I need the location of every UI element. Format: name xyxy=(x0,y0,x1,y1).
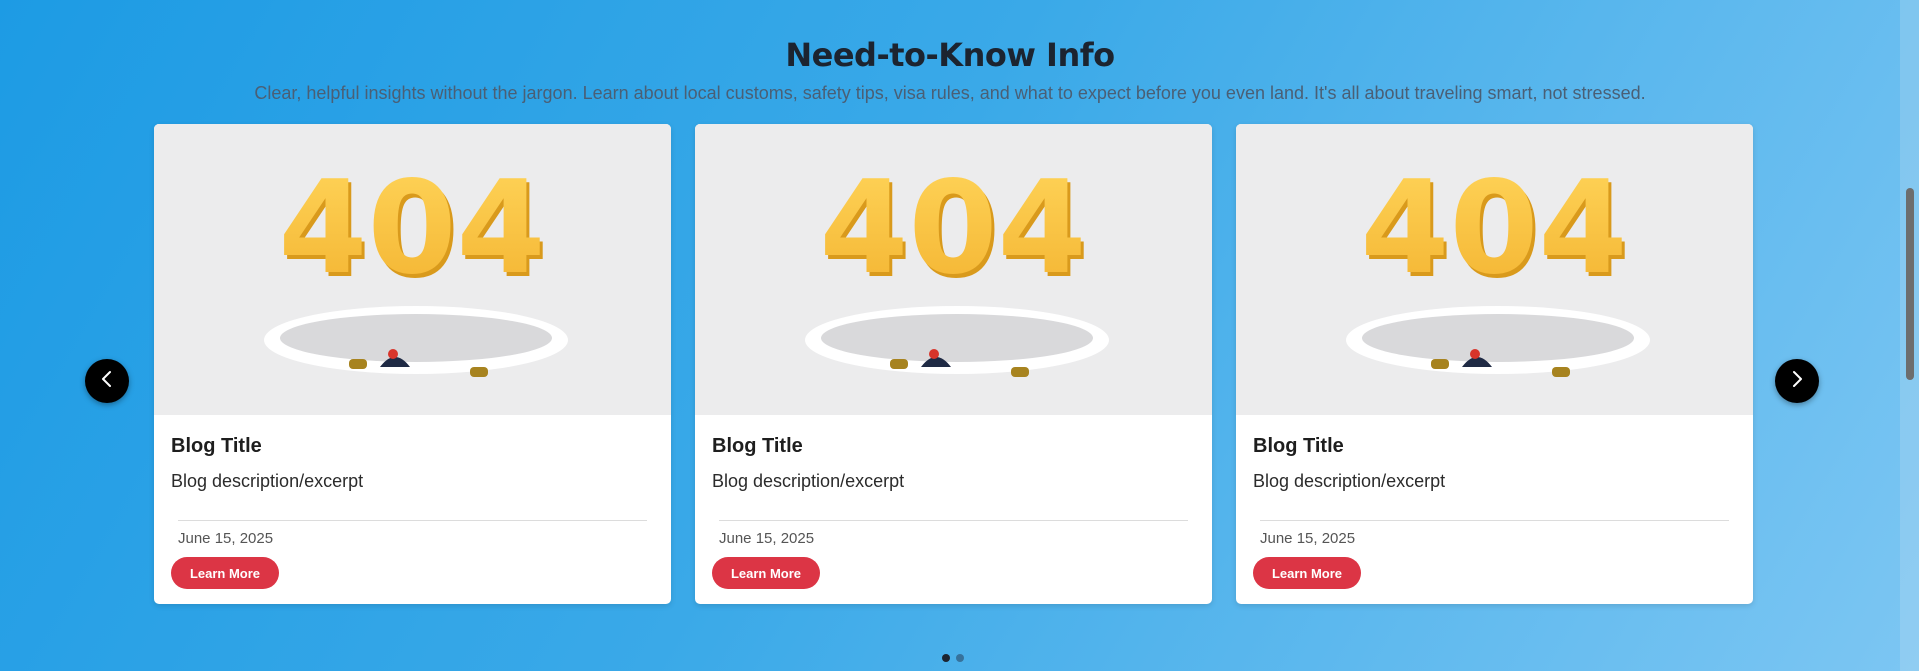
svg-text:404: 404 xyxy=(1360,154,1627,303)
card-date: June 15, 2025 xyxy=(1260,530,1356,547)
card-description: Blog description/excerpt xyxy=(171,471,364,491)
card-description: Blog description/excerpt xyxy=(1253,471,1446,491)
svg-text:404: 404 xyxy=(819,154,1086,303)
learn-more-button[interactable]: Learn More xyxy=(171,557,279,589)
blog-card[interactable]: 404 404 Blog Title Blog description/exce… xyxy=(695,124,1212,604)
card-image-404: 404 404 xyxy=(154,124,671,415)
need-to-know-section: Need-to-Know Info Clear, helpful insight… xyxy=(0,0,1900,671)
learn-more-button[interactable]: Learn More xyxy=(712,557,820,589)
card-date: June 15, 2025 xyxy=(178,530,274,547)
card-divider xyxy=(1260,520,1729,521)
card-description: Blog description/excerpt xyxy=(712,471,905,491)
svg-text:404: 404 xyxy=(278,154,545,303)
pagination-dot[interactable] xyxy=(956,654,964,662)
carousel-pagination xyxy=(942,654,964,662)
card-title: Blog Title xyxy=(171,435,262,457)
card-divider xyxy=(178,520,647,521)
card-image-404: 404 404 xyxy=(695,124,1212,415)
chevron-right-icon xyxy=(1787,369,1807,394)
chevron-left-icon xyxy=(97,369,117,394)
card-title: Blog Title xyxy=(712,435,803,457)
carousel-next-button[interactable] xyxy=(1775,359,1819,403)
section-subtitle: Clear, helpful insights without the jarg… xyxy=(254,83,1646,103)
card-title: Blog Title xyxy=(1253,435,1344,457)
carousel-prev-button[interactable] xyxy=(85,359,129,403)
card-divider xyxy=(719,520,1188,521)
pagination-dot[interactable] xyxy=(942,654,950,662)
card-image-404: 404 404 xyxy=(1236,124,1753,415)
section-title: Need-to-Know Info xyxy=(785,36,1115,74)
page-scrollbar[interactable] xyxy=(1900,0,1919,671)
scrollbar-thumb[interactable] xyxy=(1906,188,1914,380)
blog-card[interactable]: 404 404 Blog Title Blog description/exce… xyxy=(154,124,671,604)
blog-card[interactable]: 404 404 Blog Title Blog description/exce… xyxy=(1236,124,1753,604)
card-date: June 15, 2025 xyxy=(719,530,815,547)
learn-more-button[interactable]: Learn More xyxy=(1253,557,1361,589)
